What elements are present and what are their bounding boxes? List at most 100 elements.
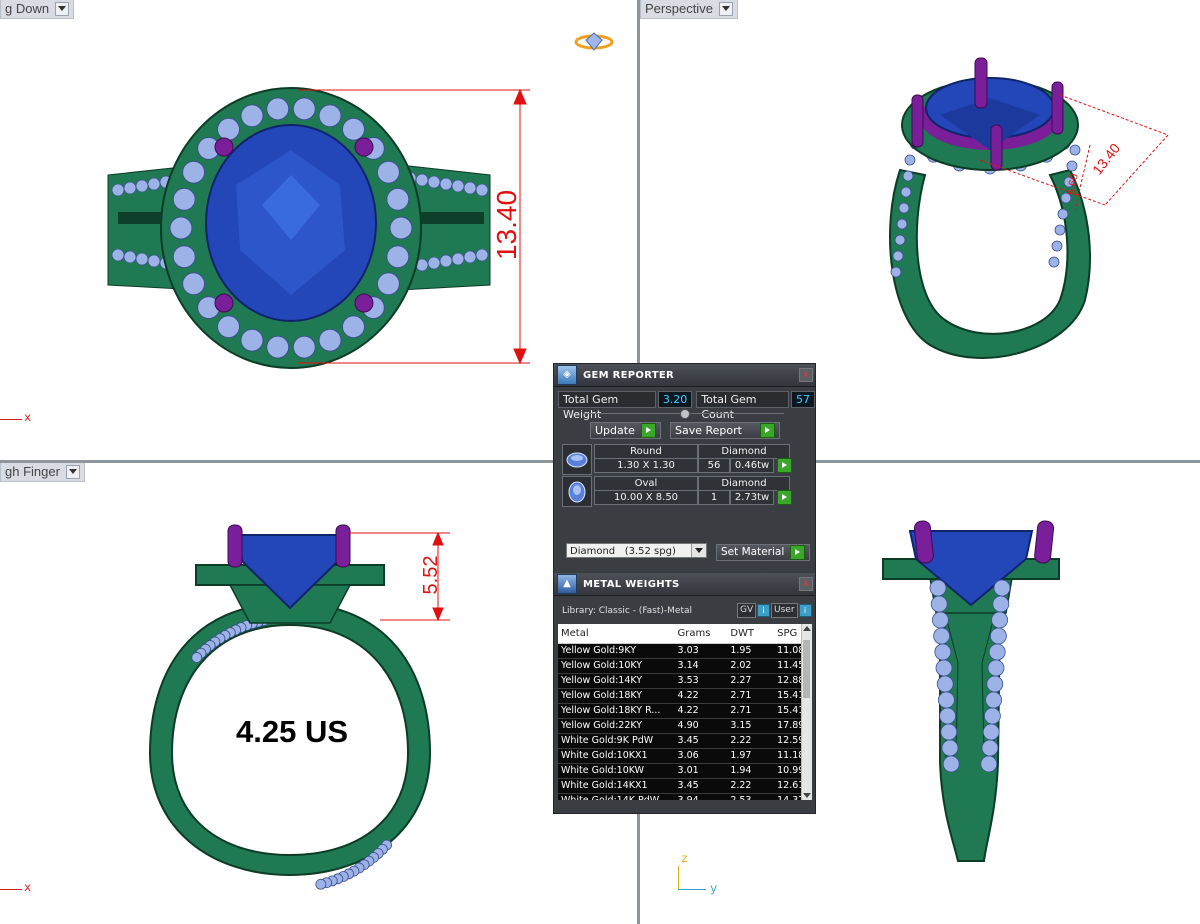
axis-x-line: [0, 889, 22, 890]
close-icon[interactable]: x: [799, 577, 813, 591]
chevron-down-icon[interactable]: [691, 544, 706, 557]
table-cell: 2.53: [727, 794, 774, 800]
gem-reporter-icon: ◈: [557, 365, 577, 385]
table-cell: 3.03: [677, 645, 699, 656]
axis-y-label: y: [710, 882, 718, 896]
melee-stone: [111, 248, 125, 262]
gv-toggle[interactable]: GV i: [737, 603, 771, 618]
viewport-top[interactable]: g Down 13.40 x: [0, 0, 637, 460]
table-row[interactable]: Yellow Gold:10KY 3.14 2.02 11.45: [558, 659, 812, 674]
gem-weight: 2.73tw: [730, 490, 774, 505]
table-row[interactable]: Yellow Gold:22KY 4.90 3.15 17.89: [558, 719, 812, 734]
gem-weight: 0.46tw: [730, 458, 774, 473]
table-row[interactable]: White Gold:10KW 3.01 1.94 10.99: [558, 764, 812, 779]
table-row[interactable]: Yellow Gold:18KY R... 4.22 2.71 15.41: [558, 704, 812, 719]
melee-stone: [315, 878, 327, 890]
table-row[interactable]: Yellow Gold:9KY 3.03 1.95 11.08: [558, 644, 812, 659]
melee-stone: [172, 187, 196, 211]
melee-stone: [292, 97, 316, 121]
table-cell: 1.95: [730, 645, 752, 656]
chevron-up-icon[interactable]: [803, 626, 811, 631]
axis-gizmo: z y: [678, 852, 718, 898]
axis-z-label: z: [681, 852, 689, 866]
melee-stone: [386, 187, 410, 211]
table-row[interactable]: White Gold:10KX1 3.06 1.97 11.18: [558, 749, 812, 764]
update-button[interactable]: Update: [590, 422, 661, 439]
material-select[interactable]: Diamond (3.52 spg): [566, 543, 707, 558]
melee-stone: [989, 627, 1007, 645]
axis-x-label: x: [24, 411, 32, 425]
table-row[interactable]: White Gold:14K PdW3.942.5314.37: [558, 794, 812, 800]
melee-stone: [475, 183, 489, 197]
table-cell: 3.06: [677, 750, 699, 761]
melee-stone: [123, 181, 137, 195]
melee-stone: [981, 739, 999, 757]
melee-stone: [341, 315, 365, 339]
scrollbar-thumb[interactable]: [803, 640, 810, 698]
play-icon[interactable]: [777, 490, 792, 505]
melee-stone: [191, 652, 203, 663]
table-cell: White Gold:14K PdW: [558, 794, 675, 800]
table-cell: 2.71: [730, 690, 752, 701]
melee-stone: [266, 335, 290, 359]
info-icon[interactable]: i: [798, 604, 812, 617]
gv-toggle-label: GV: [737, 603, 757, 618]
oval-gem-icon: [562, 476, 592, 507]
viewport-front[interactable]: gh Finger 5.52 4.25 US x: [0, 463, 637, 924]
melee-stone: [439, 177, 453, 191]
melee-stone: [1066, 160, 1078, 172]
melee-stone: [341, 117, 365, 141]
melee-stone: [1054, 224, 1066, 236]
melee-stone: [940, 723, 958, 741]
melee-stone: [934, 643, 952, 661]
gem-reporter-header[interactable]: ◈ GEM REPORTER x: [554, 364, 815, 387]
table-cell: 2.22: [730, 735, 752, 746]
melee-stone: [240, 104, 264, 128]
chevron-down-icon[interactable]: [803, 793, 811, 798]
info-icon[interactable]: i: [757, 604, 771, 617]
melee-stone: [217, 117, 241, 141]
table-cell: 2.71: [730, 705, 752, 716]
total-gem-count-label: Total Gem Count: [696, 391, 789, 421]
splitter-handle-icon[interactable]: [680, 409, 690, 419]
table-cell: 3.53: [677, 675, 699, 686]
play-icon: [640, 423, 656, 438]
melee-stone: [463, 250, 477, 264]
column-header[interactable]: DWT: [727, 624, 774, 643]
melee-stone: [983, 707, 1001, 725]
melee-stone: [982, 723, 1000, 741]
melee-stone: [987, 659, 1005, 677]
table-cell: White Gold:10KX1: [561, 750, 648, 761]
melee-stone: [172, 245, 196, 269]
play-icon[interactable]: [777, 458, 792, 473]
melee-stone: [376, 272, 400, 296]
save-report-button[interactable]: Save Report: [670, 422, 780, 439]
table-row[interactable]: Yellow Gold:18KY 4.22 2.71 15.41: [558, 689, 812, 704]
metal-weights-header[interactable]: ▲ METAL WEIGHTS x: [554, 573, 815, 596]
melee-stone: [991, 611, 1009, 629]
table-scrollbar[interactable]: [801, 624, 812, 800]
close-icon[interactable]: x: [799, 368, 813, 382]
melee-stone: [892, 250, 904, 262]
melee-stone: [182, 160, 206, 184]
melee-stone: [931, 611, 949, 629]
melee-stone: [992, 595, 1010, 613]
metal-table-body: Yellow Gold:9KY 3.03 1.95 11.08 Yellow Gold:…: [558, 644, 812, 800]
gem-row[interactable]: Oval Diamond 10.00 X 8.50 1 2.73tw: [562, 476, 802, 507]
top-view-render: 13.40: [107, 32, 614, 369]
table-row[interactable]: White Gold:14KX1 3.45 2.22 12.61: [558, 779, 812, 794]
set-material-button[interactable]: Set Material: [716, 544, 811, 561]
save-report-label: Save Report: [675, 424, 742, 437]
melee-stone: [376, 160, 400, 184]
table-row[interactable]: White Gold:9K PdW 3.45 2.22 12.59: [558, 734, 812, 749]
gem-row[interactable]: Round Diamond 1.30 X 1.30 56 0.46tw: [562, 444, 802, 475]
column-header[interactable]: Grams: [675, 624, 728, 643]
column-header[interactable]: Metal: [558, 624, 675, 643]
melee-stone: [386, 245, 410, 269]
gem-size: 1.30 X 1.30: [594, 458, 698, 473]
user-toggle[interactable]: User i: [771, 603, 812, 618]
melee-stone: [942, 755, 960, 773]
table-cell: 3.45: [677, 735, 699, 746]
table-row[interactable]: Yellow Gold:14KY 3.53 2.27 12.88: [558, 674, 812, 689]
round-gem-icon: [562, 444, 592, 475]
